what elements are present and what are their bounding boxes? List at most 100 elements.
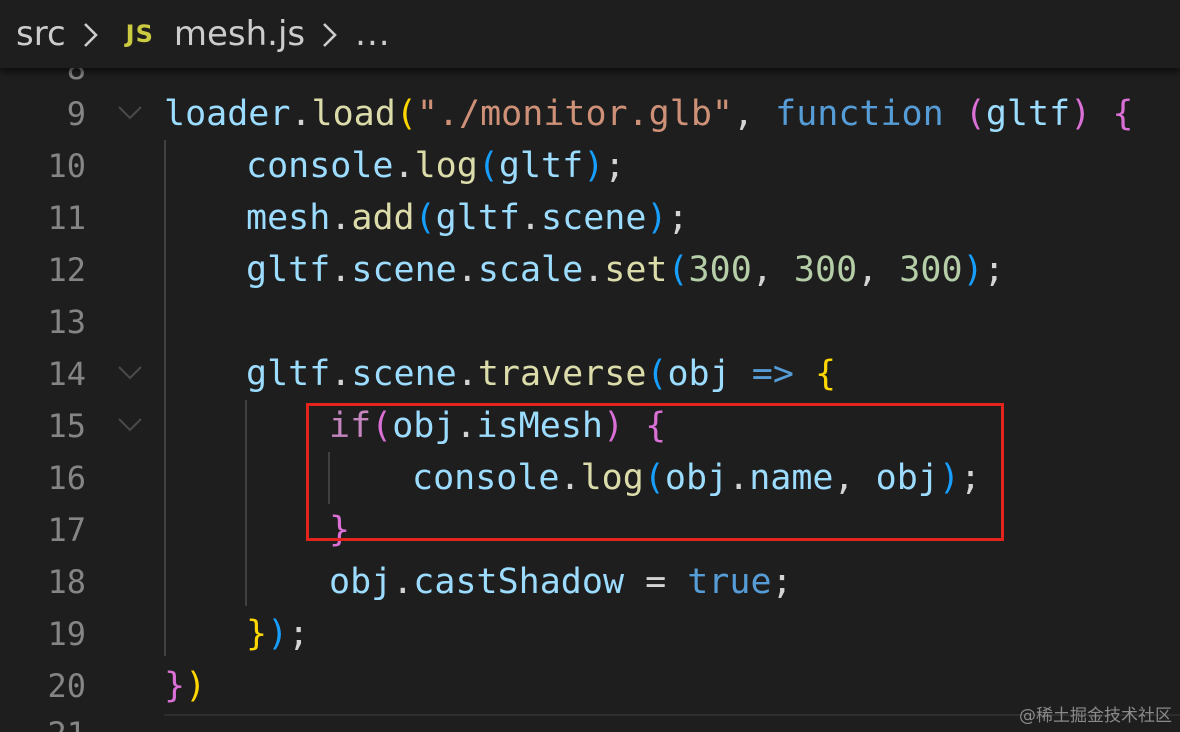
token: . [392,562,414,602]
token: ( [964,94,986,134]
token: { [1112,94,1134,134]
breadcrumb-folder[interactable]: src [16,14,66,54]
token: 300 [793,250,858,290]
token: mesh [246,198,331,238]
code-line: 11 mesh.add(gltf.scene); [0,192,1180,244]
fold-chevron-icon[interactable] [116,102,144,122]
breadcrumb-file[interactable]: mesh.js [174,14,305,54]
token: log [414,146,478,186]
fold-chevron-icon[interactable] [116,362,144,382]
token: . [456,250,478,290]
token: load [311,94,396,134]
code-line: 18 obj.castShadow = true; [0,556,1180,608]
line-number: 20 [47,667,86,705]
code-text: mesh.add(gltf.scene); [246,192,689,244]
token: obj [329,562,393,602]
token: => [730,354,815,394]
highlight-annotation-box [306,403,1004,541]
token: ; [983,250,1005,290]
token: gltf [498,146,584,186]
token: function [775,94,944,134]
line-number: 16 [47,459,86,497]
token: scene [351,354,457,394]
token: 300 [688,250,752,290]
line-number: 11 [47,199,86,237]
breadcrumb-more[interactable]: ... [355,14,390,54]
token: . [290,94,312,134]
token: gltf [246,250,331,290]
token: . [330,250,352,290]
line-number: 19 [47,615,86,653]
token: ( [667,250,689,290]
code-text: }); [246,608,309,660]
line-number: 9 [66,95,86,133]
code-text: console.log(gltf); [246,140,625,192]
line-number: 12 [47,251,86,289]
token: scene [351,250,457,290]
token: , [857,250,900,290]
breadcrumb: src JS mesh.js ... [0,0,1180,68]
token: , [751,250,794,290]
token: = [624,562,688,602]
code-line: 12 gltf.scene.scale.set(300, 300, 300); [0,244,1180,296]
line-number: 17 [47,511,86,549]
token: ) [1070,94,1092,134]
code-line: 14 gltf.scene.traverse(obj => { [0,348,1180,400]
code-line: 10 console.log(gltf); [0,140,1180,192]
chevron-right-icon [80,17,102,51]
token: castShadow [413,562,625,602]
code-text: obj.castShadow = true; [329,556,793,608]
token: . [393,146,415,186]
token: obj [667,354,731,394]
token: ( [414,198,436,238]
javascript-file-icon: JS [125,20,154,48]
code-editor[interactable]: src JS mesh.js ... 8 9 loader.load("./mo… [0,0,1180,732]
code-text: }) [164,660,206,712]
token: console [246,146,394,186]
chevron-right-icon [319,17,341,51]
token: } [164,666,186,706]
code-text: loader.load("./monitor.glb", function (g… [164,88,1133,140]
token: ( [395,94,417,134]
code-line: 19 }); [0,608,1180,660]
line-number: 21 [0,708,86,732]
token: . [330,354,352,394]
code-area[interactable]: 8 9 loader.load("./monitor.glb", functio… [0,0,1180,732]
code-line: 20 }) [0,660,1180,712]
token: . [330,198,352,238]
line-number: 13 [47,303,86,341]
token: "./monitor.glb" [416,94,733,134]
code-text: gltf.scene.traverse(obj => { [246,348,836,400]
token: gltf [985,94,1071,134]
token: scene [541,198,647,238]
code-line: 13 [0,296,1180,348]
line-number: 18 [47,563,86,601]
token: add [351,198,415,238]
token: . [519,198,542,238]
token: gltf [246,354,331,394]
token: loader [164,94,291,134]
token: ) [962,250,984,290]
token: ; [604,146,626,186]
token: traverse [477,354,647,394]
token: , [732,94,776,134]
token: ) [267,614,289,654]
code-line: 9 loader.load("./monitor.glb", function … [0,88,1180,140]
fold-chevron-icon[interactable] [116,414,144,434]
token: ; [667,198,689,238]
token: ; [771,562,793,602]
token: } [246,614,268,654]
token: . [456,354,478,394]
token: ) [583,146,605,186]
line-number: 14 [47,355,86,393]
token: { [814,354,837,394]
token: ( [477,146,499,186]
token: ) [646,198,668,238]
line-number: 10 [47,147,86,185]
token: 300 [899,250,963,290]
token: ) [185,666,207,706]
line-number: 15 [47,407,86,445]
watermark: @稀土掘金技术社区 [1019,706,1172,726]
